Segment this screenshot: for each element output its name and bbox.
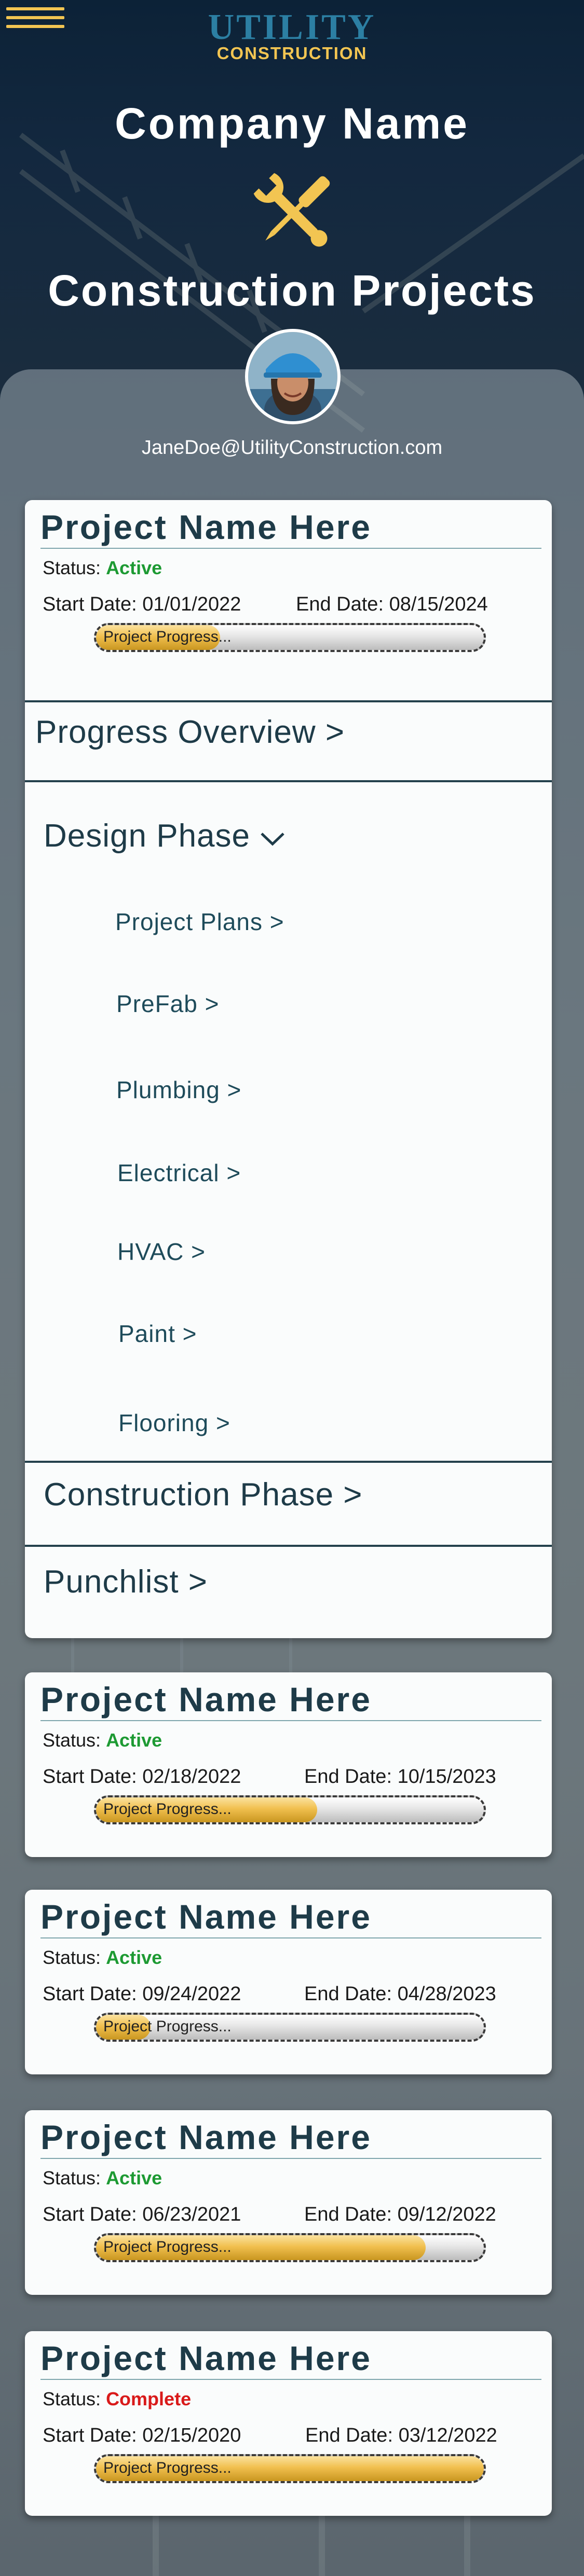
end-date: End Date: 08/15/2024 (296, 593, 488, 615)
project-progress-bar: Project Progress... (94, 623, 486, 652)
project-title[interactable]: Project Name Here (40, 507, 372, 547)
design-item-prefab[interactable]: PreFab > (116, 990, 220, 1018)
user-avatar[interactable] (245, 329, 341, 424)
status-value: Active (106, 1947, 162, 1968)
progress-label: Project Progress... (103, 2018, 232, 2035)
title-divider (40, 1720, 541, 1721)
status-value: Complete (106, 2388, 192, 2409)
project-status: Status: Active (43, 1947, 162, 1968)
design-item-electrical[interactable]: Electrical > (117, 1159, 241, 1187)
progress-label: Project Progress... (103, 1801, 232, 1818)
start-date: Start Date: 02/18/2022 (43, 1766, 241, 1788)
project-status: Status: Active (43, 1729, 162, 1751)
end-date: End Date: 10/15/2023 (304, 1766, 496, 1788)
logo-bottom-text: CONSTRUCTION (216, 44, 368, 63)
project-status: Status: Complete (43, 2388, 192, 2409)
design-item-flooring[interactable]: Flooring > (118, 1409, 230, 1437)
status-value: Active (106, 557, 162, 578)
end-date: End Date: 03/12/2022 (305, 2425, 497, 2446)
avatar-photo (248, 332, 337, 421)
project-progress-bar: Project Progress... (94, 2013, 486, 2042)
project-dates: Start Date: 02/15/2020 End Date: 03/12/2… (43, 2425, 497, 2447)
project-dates: Start Date: 09/24/2022 End Date: 04/28/2… (43, 1983, 496, 2005)
end-date: End Date: 04/28/2023 (304, 1983, 496, 2005)
wrench-screwdriver-icon (253, 173, 330, 247)
project-card[interactable]: Project Name Here Status: Active Start D… (25, 1672, 552, 1857)
project-card[interactable]: Project Name Here Status: Active Start D… (25, 1890, 552, 2074)
construction-phase-link[interactable]: Construction Phase > (44, 1476, 363, 1513)
project-card[interactable]: Project Name Here Status: Active Start D… (25, 500, 552, 1638)
project-title[interactable]: Project Name Here (40, 1897, 372, 1936)
chevron-down-icon (261, 832, 284, 846)
project-title[interactable]: Project Name Here (40, 1680, 372, 1719)
design-item-paint[interactable]: Paint > (118, 1320, 197, 1348)
design-phase-label: Design Phase (44, 818, 251, 854)
divider (25, 700, 552, 702)
company-logo: UTILITY CONSTRUCTION (0, 7, 584, 63)
status-value: Active (106, 1729, 162, 1751)
start-date: Start Date: 06/23/2021 (43, 2204, 241, 2225)
project-card[interactable]: Project Name Here Status: Active Start D… (25, 2110, 552, 2295)
progress-label: Project Progress... (103, 2459, 232, 2476)
project-progress-bar: Project Progress... (94, 2454, 486, 2483)
project-title[interactable]: Project Name Here (40, 2117, 372, 2157)
title-divider (40, 1937, 541, 1938)
punchlist-link[interactable]: Punchlist > (44, 1563, 208, 1600)
title-divider (40, 2158, 541, 2159)
design-item-plumbing[interactable]: Plumbing > (116, 1076, 241, 1104)
title-divider (40, 548, 541, 549)
project-dates: Start Date: 06/23/2021 End Date: 09/12/2… (43, 2204, 496, 2226)
project-progress-bar: Project Progress... (94, 1795, 486, 1824)
page-title: Construction Projects (48, 266, 536, 315)
design-item-hvac[interactable]: HVAC > (117, 1238, 206, 1266)
divider (25, 780, 552, 782)
start-date: Start Date: 01/01/2022 (43, 593, 241, 615)
progress-overview-link[interactable]: Progress Overview > (35, 714, 345, 751)
progress-label: Project Progress... (103, 628, 232, 645)
design-phase-toggle[interactable]: Design Phase (44, 818, 286, 854)
logo-top-text: UTILITY (208, 7, 376, 47)
user-email[interactable]: JaneDoe@UtilityConstruction.com (0, 437, 584, 459)
project-title[interactable]: Project Name Here (40, 2338, 372, 2378)
start-date: Start Date: 09/24/2022 (43, 1983, 241, 2005)
divider (25, 1461, 552, 1463)
project-dates: Start Date: 02/18/2022 End Date: 10/15/2… (43, 1766, 496, 1788)
start-date: Start Date: 02/15/2020 (43, 2425, 241, 2446)
project-status: Status: Active (43, 557, 162, 578)
company-name: Company Name (115, 99, 469, 148)
divider (25, 1545, 552, 1547)
progress-label: Project Progress... (103, 2238, 232, 2255)
project-card[interactable]: Project Name Here Status: Complete Start… (25, 2331, 552, 2516)
project-dates: Start Date: 01/01/2022 End Date: 08/15/2… (43, 593, 488, 616)
title-divider (40, 2379, 541, 2380)
design-item-project-plans[interactable]: Project Plans > (115, 908, 284, 936)
project-status: Status: Active (43, 2167, 162, 2189)
project-progress-bar: Project Progress... (94, 2233, 486, 2262)
status-value: Active (106, 2167, 162, 2189)
end-date: End Date: 09/12/2022 (304, 2204, 496, 2225)
